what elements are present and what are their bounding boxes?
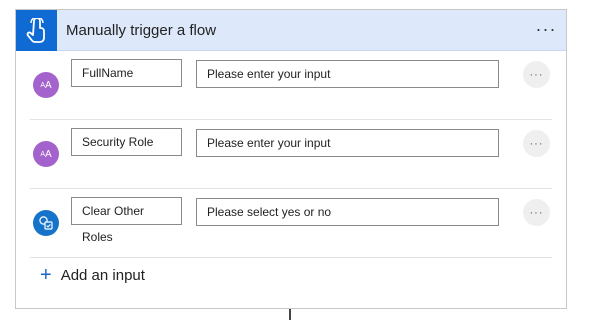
input-value-select[interactable]: Please select yes or no [196,198,499,226]
add-input-button[interactable]: + Add an input [40,264,145,286]
input-name-field[interactable]: Clear Other Roles [71,197,182,244]
input-row-fullname: AA FullName Please enter your input ··· [16,51,566,120]
input-name-field[interactable]: FullName [71,59,182,87]
trigger-header[interactable]: Manually trigger a flow ··· [16,10,566,51]
add-input-label: Add an input [60,266,145,284]
yes-no-input-icon [33,210,59,236]
trigger-more-button[interactable]: ··· [534,19,558,39]
input-value-field[interactable]: Please enter your input [196,129,499,157]
input-more-button[interactable]: ··· [523,130,550,157]
input-more-button[interactable]: ··· [523,199,550,226]
input-more-button[interactable]: ··· [523,61,550,88]
input-value-field[interactable]: Please enter your input [196,60,499,88]
flow-connector-line [289,309,291,320]
trigger-title: Manually trigger a flow [66,22,217,39]
touch-hand-icon [16,10,57,51]
text-input-icon: AA [33,141,59,167]
trigger-card: Manually trigger a flow ··· AA FullName … [15,9,567,309]
input-row-security-role: AA Security Role Please enter your input… [16,120,566,189]
input-row-clear-other-roles: Clear Other Roles Please select yes or n… [16,189,566,258]
row-divider [30,257,552,258]
text-input-icon: AA [33,72,59,98]
input-name-field[interactable]: Security Role [71,128,182,156]
plus-icon: + [40,264,52,286]
